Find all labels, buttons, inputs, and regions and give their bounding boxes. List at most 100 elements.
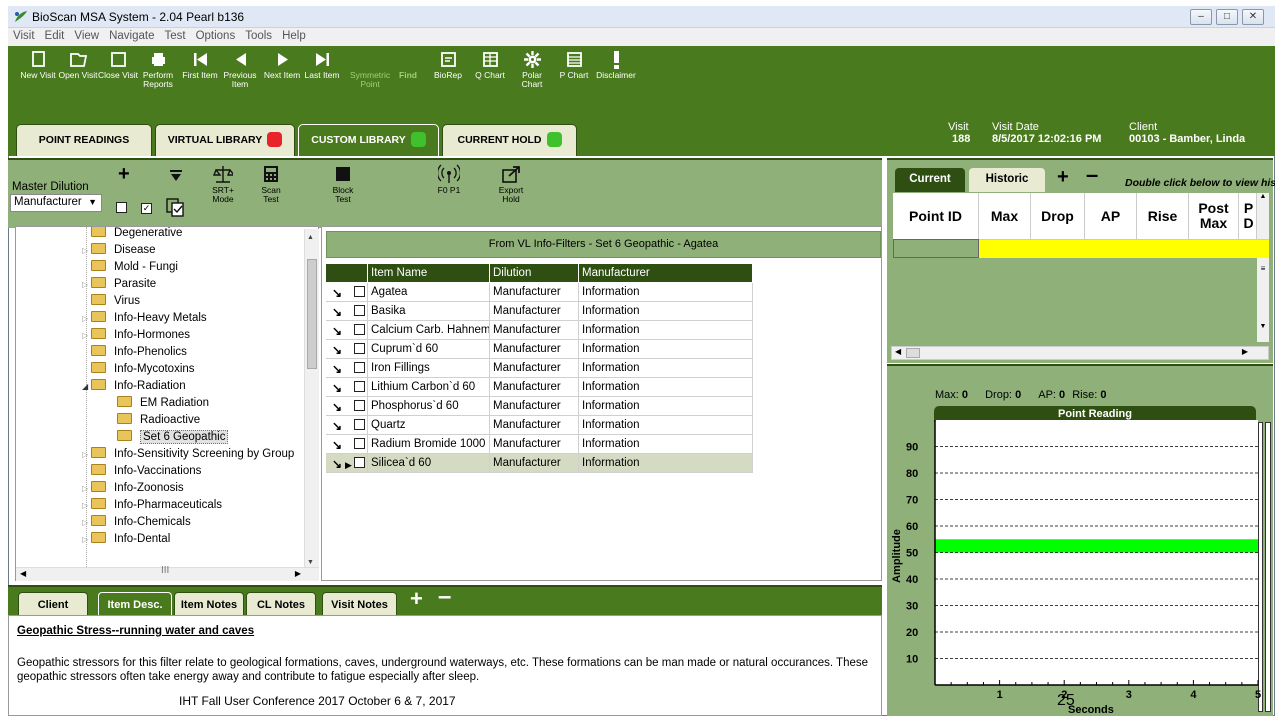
open-visit-button[interactable]: Open Visit [58, 48, 98, 80]
tab-historic[interactable]: Historic [969, 168, 1045, 192]
row-selector[interactable]: ↘ ▶ [326, 454, 368, 473]
tree-node-disease[interactable]: ▷ Disease [82, 243, 156, 261]
tree-horizontal-scrollbar[interactable]: ◀ III ▶ [16, 565, 319, 581]
tree-node-info-vaccinations[interactable]: Info-Vaccinations [82, 464, 201, 482]
col-pd[interactable]: P D [1239, 193, 1257, 239]
row-selector[interactable]: ↘ [326, 359, 368, 378]
table-row[interactable]: ↘ Calcium Carb. Hahnem Manufacturer Informa… [326, 321, 756, 340]
expand-icon[interactable]: ▷ [82, 246, 91, 255]
tree-node-info-dental[interactable]: ▷ Info-Dental [82, 532, 170, 550]
expand-icon[interactable]: ▷ [82, 535, 91, 544]
first-item-button[interactable]: First Item [180, 48, 220, 80]
table-row[interactable]: ↘ Agatea Manufacturer Information [326, 283, 756, 302]
table-row[interactable]: ↘ Phosphorus`d 60 Manufacturer Information [326, 397, 756, 416]
col-post-max[interactable]: Post Max [1189, 193, 1239, 239]
row-selector[interactable]: ↘ [326, 397, 368, 416]
remove-note-icon[interactable]: – [438, 585, 451, 609]
srt-mode-button[interactable]: SRT+ Mode [208, 164, 238, 204]
expand-icon[interactable]: ▷ [82, 314, 91, 323]
maximize-button[interactable]: □ [1216, 9, 1238, 25]
table-row[interactable]: ↘ Cuprum`d 60 Manufacturer Information [326, 340, 756, 359]
uncheck-all-checkbox[interactable] [116, 202, 127, 216]
tree-node-info-mycotoxins[interactable]: Info-Mycotoxins [82, 362, 195, 380]
tree-node-info-hormones[interactable]: ▷ Info-Hormones [82, 328, 190, 346]
tab-custom-library[interactable]: CUSTOM LIBRARY [298, 124, 439, 156]
row-checkbox[interactable] [354, 419, 365, 430]
tree-node-radioactive[interactable]: Radioactive [108, 413, 200, 431]
p-chart-button[interactable]: P Chart [554, 48, 594, 80]
tree-node-info-phenolics[interactable]: Info-Phenolics [82, 345, 187, 363]
tree-node-info-heavy-metals[interactable]: ▷ Info-Heavy Metals [82, 311, 207, 329]
expand-icon[interactable]: ▷ [82, 518, 91, 527]
tree-vertical-scrollbar[interactable]: ▲ ▼ [304, 229, 319, 570]
add-icon[interactable]: + [118, 164, 130, 184]
next-item-button[interactable]: Next Item [262, 48, 302, 80]
add-note-icon[interactable]: + [410, 588, 423, 610]
menu-edit[interactable]: Edit [40, 28, 70, 44]
row-checkbox[interactable] [354, 286, 365, 297]
row-selector[interactable]: ↘ [326, 302, 368, 321]
tab-point-readings[interactable]: POINT READINGS [16, 124, 152, 156]
row-checkbox[interactable] [354, 305, 365, 316]
reading-row-point-id[interactable] [893, 239, 979, 258]
row-selector[interactable]: ↘ [326, 321, 368, 340]
table-row[interactable]: ↘ ▶ Silicea`d 60 Manufacturer Information [326, 454, 756, 473]
table-row[interactable]: ↘ Iron Fillings Manufacturer Information [326, 359, 756, 378]
close-button[interactable]: ✕ [1242, 9, 1264, 25]
menu-navigate[interactable]: Navigate [104, 28, 159, 44]
expand-icon[interactable]: ▷ [82, 331, 91, 340]
readings-scrollbar-track[interactable]: ≡ ▼ [1257, 258, 1269, 342]
col-max[interactable]: Max [979, 193, 1031, 239]
tree-node-mold-fungi[interactable]: Mold - Fungi [82, 260, 178, 278]
table-row[interactable]: ↘ Basika Manufacturer Information [326, 302, 756, 321]
check-all-checkbox[interactable]: ✓ [141, 202, 152, 214]
find-button[interactable]: Find [388, 48, 428, 80]
expand-icon[interactable]: ▷ [82, 501, 91, 510]
tree-node-em-radiation[interactable]: EM Radiation [108, 396, 209, 414]
col-point-id[interactable]: Point ID [893, 193, 979, 239]
tree-node-virus[interactable]: Virus [82, 294, 140, 312]
tree-node-info-pharmaceuticals[interactable]: ▷ Info-Pharmaceuticals [82, 498, 222, 516]
tab-current-hold[interactable]: CURRENT HOLD [442, 124, 577, 156]
col-rise[interactable]: Rise [1137, 193, 1189, 239]
table-row[interactable]: ↘ Radium Bromide 1000 Manufacturer Informat… [326, 435, 756, 454]
menu-visit[interactable]: Visit [8, 28, 40, 44]
tab-item-notes[interactable]: Item Notes [174, 592, 244, 617]
biorep-button[interactable]: BioRep [428, 48, 468, 80]
tree-node-info-chemicals[interactable]: ▷ Info-Chemicals [82, 515, 191, 533]
q-chart-button[interactable]: Q Chart [470, 48, 510, 80]
table-row[interactable]: ↘ Lithium Carbon`d 60 Manufacturer Informat… [326, 378, 756, 397]
tree-node-set-6-geopathic[interactable]: Set 6 Geopathic [108, 430, 229, 448]
remove-reading-icon[interactable]: – [1086, 164, 1098, 186]
tree-node-info-sensitivity-screening-by-group[interactable]: ▷ Info-Sensitivity Screening by Group [82, 447, 294, 465]
menu-help[interactable]: Help [277, 28, 311, 44]
readings-horizontal-scrollbar[interactable]: ◀ ▶ [891, 346, 1269, 360]
tab-current[interactable]: Current [895, 168, 965, 192]
row-checkbox[interactable] [354, 381, 365, 392]
polar-chart-button[interactable]: Polar Chart [512, 48, 552, 89]
row-checkbox[interactable] [354, 343, 365, 354]
menu-test[interactable]: Test [159, 28, 190, 44]
row-selector[interactable]: ↘ [326, 435, 368, 454]
scan-test-button[interactable]: Scan Test [254, 164, 288, 204]
tab-visit-notes[interactable]: Visit Notes [322, 592, 397, 617]
row-checkbox[interactable] [354, 438, 365, 449]
column-header-manufacturer[interactable]: Manufacturer [579, 264, 753, 282]
collapse-icon[interactable]: ◢ [82, 382, 91, 391]
invert-selection-icon[interactable] [165, 197, 185, 220]
table-row[interactable]: ↘ Quartz Manufacturer Information [326, 416, 756, 435]
add-reading-icon[interactable]: + [1057, 167, 1069, 187]
row-checkbox[interactable] [354, 400, 365, 411]
export-hold-button[interactable]: Export Hold [494, 164, 528, 204]
filter-down-icon[interactable] [168, 168, 184, 187]
symmetric-point-button[interactable]: Symmetric Point [350, 48, 390, 89]
menu-tools[interactable]: Tools [240, 28, 277, 44]
menu-view[interactable]: View [69, 28, 104, 44]
f0p1-button[interactable]: F0 P1 [432, 164, 466, 195]
col-drop[interactable]: Drop [1031, 193, 1085, 239]
row-selector[interactable]: ↘ [326, 378, 368, 397]
minimize-button[interactable]: – [1190, 9, 1212, 25]
expand-icon[interactable]: ▷ [82, 280, 91, 289]
row-checkbox[interactable] [354, 324, 365, 335]
expand-icon[interactable]: ▷ [82, 484, 91, 493]
